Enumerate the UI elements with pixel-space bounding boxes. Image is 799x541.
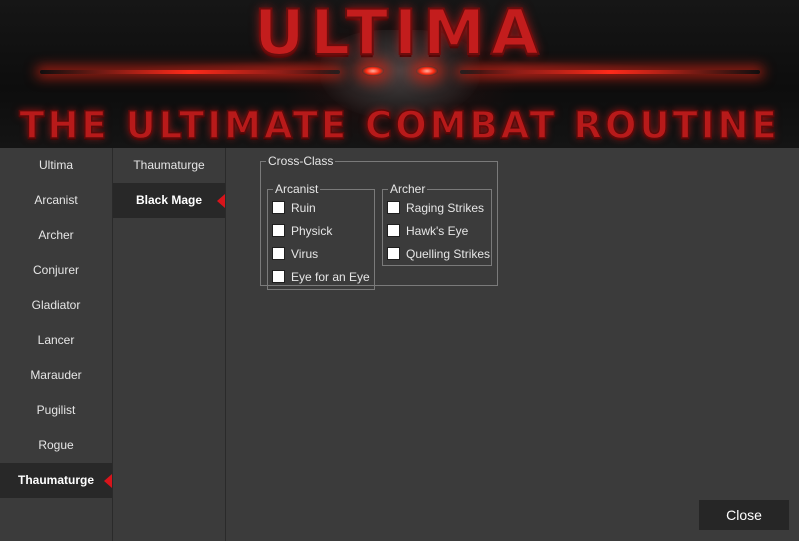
selection-arrow-icon [104, 474, 112, 488]
checkbox-box[interactable] [387, 224, 400, 237]
checkbox-virus[interactable]: Virus [268, 242, 374, 265]
checkbox-label: Physick [291, 223, 333, 238]
class-item-label: Lancer [37, 333, 75, 347]
class-item-archer[interactable]: Archer [0, 218, 112, 253]
class-item-label: Arcanist [34, 193, 78, 207]
checkbox-label: Virus [291, 246, 319, 261]
checkbox-label: Hawk's Eye [406, 223, 469, 238]
class-item-label: Ultima [38, 158, 73, 172]
checkbox-hawks-eye[interactable]: Hawk's Eye [383, 219, 491, 242]
class-item-arcanist[interactable]: Arcanist [0, 183, 112, 218]
cross-class-group: Cross-Class Arcanist Ruin Physick Virus … [260, 154, 498, 290]
banner-glow-right [460, 70, 760, 74]
class-item-marauder[interactable]: Marauder [0, 358, 112, 393]
class-item-label: Archer [38, 228, 74, 242]
job-item-label: Thaumaturge [133, 158, 205, 172]
checkbox-ruin[interactable]: Ruin [268, 196, 374, 219]
arcanist-legend: Arcanist [275, 182, 319, 196]
settings-panel: Cross-Class Arcanist Ruin Physick Virus … [226, 148, 799, 541]
checkbox-label: Quelling Strikes [406, 246, 491, 261]
header-banner: ULTIMA THE ULTIMATE COMBAT ROUTINE [0, 0, 799, 148]
checkbox-raging-strikes[interactable]: Raging Strikes [383, 196, 491, 219]
class-item-thaumaturge[interactable]: Thaumaturge [0, 463, 112, 498]
banner-subtitle: THE ULTIMATE COMBAT ROUTINE [18, 103, 780, 148]
class-item-rogue[interactable]: Rogue [0, 428, 112, 463]
checkbox-label: Ruin [291, 200, 316, 215]
checkbox-quelling-strikes[interactable]: Quelling Strikes [383, 242, 491, 265]
checkbox-box[interactable] [272, 224, 285, 237]
archer-group: Archer Raging Strikes Hawk's Eye Quellin… [382, 182, 492, 266]
checkbox-label: Raging Strikes [406, 200, 485, 215]
class-item-label: Marauder [30, 368, 82, 382]
class-item-pugilist[interactable]: Pugilist [0, 393, 112, 428]
class-item-ultima[interactable]: Ultima [0, 148, 112, 183]
job-list: Thaumaturge Black Mage [113, 148, 226, 541]
class-item-conjurer[interactable]: Conjurer [0, 253, 112, 288]
class-item-label: Pugilist [36, 403, 76, 417]
checkbox-label: Eye for an Eye [291, 269, 370, 284]
checkbox-physick[interactable]: Physick [268, 219, 374, 242]
checkbox-box[interactable] [272, 247, 285, 260]
banner-glow-left [40, 70, 340, 74]
banner-title: ULTIMA [253, 0, 545, 70]
class-item-label: Conjurer [32, 263, 80, 277]
job-item-black-mage[interactable]: Black Mage [113, 183, 225, 218]
checkbox-box[interactable] [272, 201, 285, 214]
job-item-thaumaturge[interactable]: Thaumaturge [113, 148, 225, 183]
class-item-label: Gladiator [31, 298, 81, 312]
checkbox-eye-for-an-eye[interactable]: Eye for an Eye [268, 265, 374, 288]
checkbox-box[interactable] [387, 201, 400, 214]
job-item-label: Black Mage [135, 193, 203, 207]
selection-arrow-icon [217, 194, 225, 208]
checkbox-box[interactable] [387, 247, 400, 260]
class-list: Ultima Arcanist Archer Conjurer Gladiato… [0, 148, 113, 541]
class-item-label: Thaumaturge [17, 473, 94, 487]
class-item-lancer[interactable]: Lancer [0, 323, 112, 358]
class-item-label: Rogue [38, 438, 74, 452]
close-button[interactable]: Close [699, 500, 789, 530]
archer-legend: Archer [390, 182, 426, 196]
arcanist-group: Arcanist Ruin Physick Virus Eye for an E… [267, 182, 375, 290]
checkbox-box[interactable] [272, 270, 285, 283]
cross-class-legend: Cross-Class [268, 154, 334, 168]
class-item-gladiator[interactable]: Gladiator [0, 288, 112, 323]
